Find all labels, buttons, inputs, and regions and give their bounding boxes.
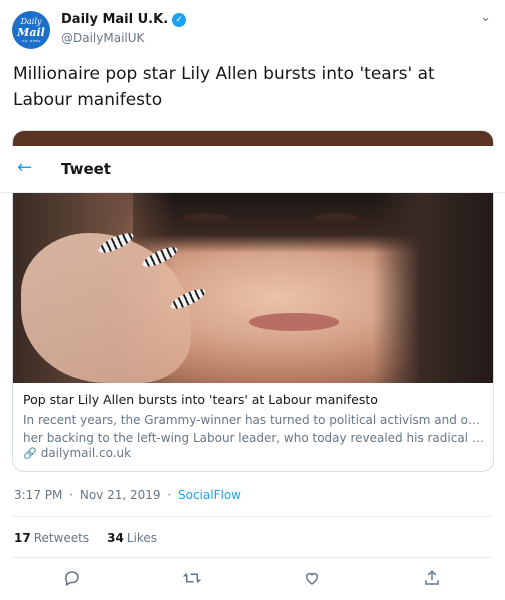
image-eye-left (183, 213, 229, 223)
tweet-time[interactable]: 3:17 PM (14, 488, 62, 502)
chevron-down-icon[interactable]: ⌄ (480, 10, 491, 25)
tweet-source-link[interactable]: SocialFlow (178, 488, 241, 502)
tweet-container: Daily Mail U.K. NEWS Daily Mail U.K. ✓ @… (0, 0, 505, 600)
divider (12, 516, 492, 517)
retweets-count: 17 (14, 531, 31, 545)
image-mouth (249, 313, 339, 331)
account-handle[interactable]: @DailyMailUK (61, 31, 144, 45)
likes-count: 34 (107, 531, 124, 545)
link-icon: 🔗 (23, 446, 37, 460)
card-title: Pop star Lily Allen bursts into 'tears' … (23, 392, 378, 407)
meta-separator: · (69, 488, 74, 502)
share-icon[interactable] (420, 566, 444, 590)
avatar-text-line2: Mail (17, 25, 45, 39)
card-image[interactable] (13, 193, 493, 383)
like-icon[interactable] (300, 566, 324, 590)
page-title: Tweet (61, 160, 111, 178)
tweet-page-header: ← Tweet (0, 146, 505, 193)
retweets-stat[interactable]: 17 Retweets (14, 531, 89, 545)
tweet-text: Millionaire pop star Lily Allen bursts i… (13, 64, 435, 110)
avatar-text-line3: U.K. NEWS (21, 38, 41, 43)
likes-stat[interactable]: 34 Likes (107, 531, 157, 545)
card-domain-link[interactable]: 🔗 dailymail.co.uk (23, 446, 131, 460)
avatar[interactable]: Daily Mail U.K. NEWS (12, 11, 50, 49)
account-name-text: Daily Mail U.K. (61, 12, 169, 27)
account-name[interactable]: Daily Mail U.K. ✓ (61, 12, 187, 27)
image-eye-right (313, 213, 359, 223)
card-domain: dailymail.co.uk (40, 446, 132, 460)
tweet-date[interactable]: Nov 21, 2019 (80, 488, 161, 502)
reply-icon[interactable] (60, 566, 84, 590)
card-image-top-strip (13, 131, 493, 147)
divider (12, 557, 492, 558)
image-hair-right (373, 193, 493, 383)
card-description-line1: In recent years, the Grammy-winner has t… (23, 413, 485, 427)
card-description: In recent years, the Grammy-winner has t… (23, 411, 485, 447)
tweet-actions (0, 566, 505, 594)
card-description-line2: her backing to the left-wing Labour lead… (23, 431, 485, 445)
tweet-meta: 3:17 PM · Nov 21, 2019 · SocialFlow (14, 488, 241, 502)
likes-label: Likes (126, 531, 158, 545)
back-arrow-icon[interactable]: ← (17, 157, 32, 179)
verified-badge-icon: ✓ (172, 12, 187, 27)
meta-separator: · (167, 488, 172, 502)
tweet-stats: 17 Retweets 34 Likes (14, 531, 175, 545)
avatar-text-line1: Daily (20, 16, 42, 26)
retweet-icon[interactable] (180, 566, 204, 590)
retweets-label: Retweets (33, 531, 90, 545)
